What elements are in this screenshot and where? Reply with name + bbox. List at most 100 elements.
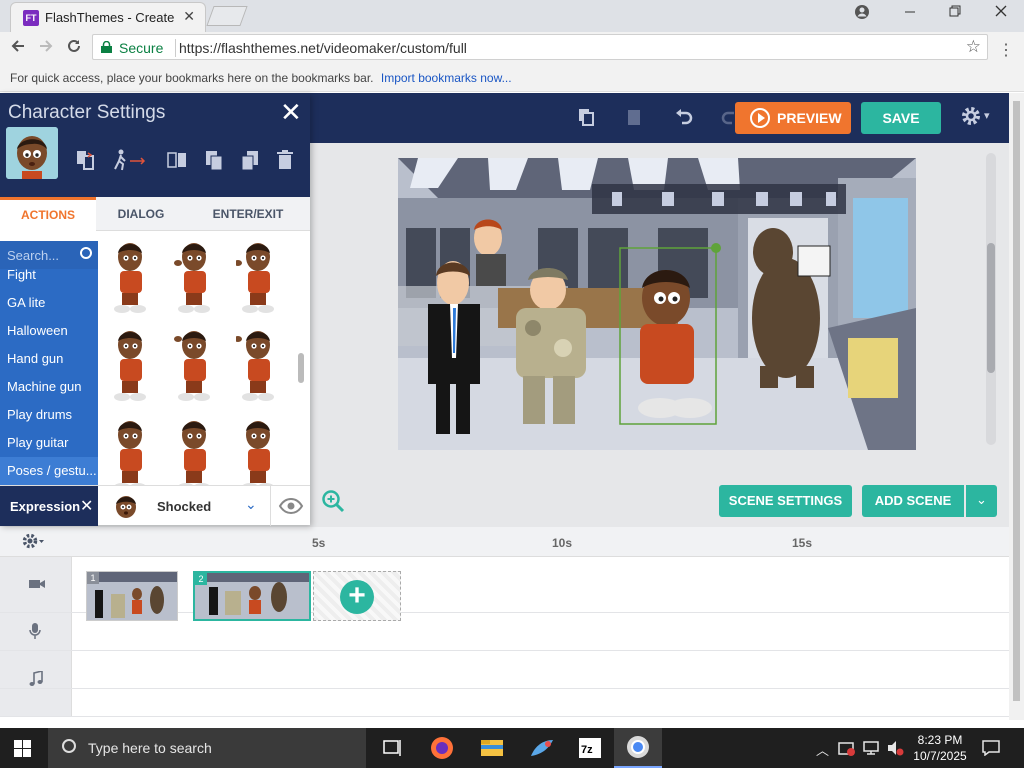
paste-icon[interactable] — [623, 107, 645, 129]
timeline-ruler: 5s 10s 15s — [0, 527, 1009, 557]
back-icon[interactable] — [10, 38, 26, 59]
pose-thumbnail[interactable] — [108, 241, 152, 317]
scene-settings-button[interactable]: SCENE SETTINGS — [719, 485, 852, 517]
page-scrollbar[interactable] — [1009, 93, 1024, 720]
bring-forward-icon[interactable] — [203, 149, 225, 171]
pose-grid — [98, 241, 298, 485]
file-explorer-icon[interactable] — [468, 728, 516, 768]
bookmark-star-icon[interactable]: ☆ — [966, 37, 981, 57]
music-track — [0, 651, 1009, 689]
clock-time: 8:23 PM — [917, 733, 963, 747]
stage-scroll-thumb[interactable] — [987, 243, 995, 373]
import-bookmarks-link[interactable]: Import bookmarks now... — [381, 71, 512, 85]
category-item[interactable]: Play guitar — [0, 429, 98, 457]
delete-icon[interactable] — [274, 149, 296, 171]
browser-tab-bar: FT FlashThemes - Create ✕ — [0, 0, 1024, 32]
browser-tab[interactable]: FT FlashThemes - Create ✕ — [10, 2, 206, 32]
tab-title: FlashThemes - Create — [45, 10, 175, 25]
send-backward-icon[interactable] — [239, 149, 261, 171]
pose-thumbnail[interactable] — [234, 241, 280, 317]
task-view-icon[interactable] — [368, 728, 416, 768]
tray-chevron-icon[interactable]: ︿ — [816, 740, 829, 759]
timeline: 5s 10s 15s 1 2 + — [0, 527, 1009, 720]
scene-number: 1 — [87, 572, 99, 584]
pose-thumbnail[interactable] — [234, 327, 280, 405]
category-item-selected[interactable]: Poses / gestu... — [0, 457, 98, 485]
scene-stage[interactable] — [398, 158, 916, 450]
add-scene-dropdown-icon[interactable]: ⌄ — [966, 485, 997, 517]
forward-icon[interactable] — [38, 38, 54, 59]
volume-muted-icon[interactable] — [886, 740, 904, 759]
timeline-gear-icon[interactable] — [22, 532, 44, 555]
save-button[interactable]: SAVE — [861, 102, 941, 134]
scene-thumbnail[interactable]: 1 — [86, 571, 178, 621]
stage-scrollbar[interactable] — [986, 153, 996, 445]
window-close-icon[interactable] — [989, 4, 1013, 24]
pose-thumbnail[interactable] — [172, 417, 216, 485]
scene-thumbnail-selected[interactable]: 2 — [193, 571, 311, 621]
profile-icon[interactable] — [850, 4, 874, 24]
paint-app-icon[interactable] — [518, 728, 566, 768]
category-item[interactable]: GA lite — [0, 289, 98, 317]
action-category-list: Search... Fight GA lite Halloween Hand g… — [0, 241, 98, 485]
pose-thumbnail[interactable] — [236, 417, 280, 485]
panel-title: Character Settings — [8, 102, 166, 123]
copy-icon[interactable] — [575, 107, 597, 129]
browser-menu-icon[interactable]: ⋮ — [998, 40, 1014, 60]
preview-button[interactable]: PREVIEW — [735, 102, 851, 134]
tray-security-icon[interactable] — [838, 740, 856, 759]
character-avatar[interactable] — [6, 127, 58, 179]
add-scene-slot[interactable]: + — [313, 571, 401, 621]
tab-close-icon[interactable]: ✕ — [183, 8, 195, 25]
restore-icon[interactable] — [943, 4, 967, 24]
character-settings-panel: Character Settings ✕ ACTIONS DIALOG ENTE… — [0, 93, 310, 526]
pose-thumbnail[interactable] — [108, 417, 152, 485]
pose-scrollbar[interactable] — [298, 353, 304, 383]
category-item[interactable]: Halloween — [0, 317, 98, 345]
search-icon — [62, 739, 76, 753]
notifications-icon[interactable] — [982, 740, 1000, 759]
network-icon[interactable] — [862, 740, 880, 759]
zoom-in-icon[interactable] — [321, 489, 345, 513]
url-text: https://flashthemes.net/videomaker/custo… — [179, 40, 467, 56]
chevron-down-icon[interactable]: ⌄ — [245, 496, 257, 513]
minimize-icon[interactable] — [898, 4, 922, 24]
tick-label: 15s — [792, 536, 813, 550]
tab-enter-exit[interactable]: ENTER/EXIT — [186, 197, 310, 231]
system-clock[interactable]: 8:23 PM 10/7/2025 — [910, 732, 970, 764]
category-item[interactable]: Machine gun — [0, 373, 98, 401]
eye-icon[interactable] — [270, 486, 310, 526]
taskbar-search-input[interactable]: Type here to search — [48, 728, 366, 768]
undo-icon[interactable] — [673, 107, 695, 129]
expression-close-icon[interactable]: ✕ — [80, 496, 93, 516]
7zip-icon[interactable]: 7z — [566, 728, 614, 768]
tab-actions[interactable]: ACTIONS — [0, 197, 96, 231]
lock-icon — [101, 40, 112, 53]
character-swap-icon[interactable] — [74, 149, 96, 171]
category-item[interactable]: Hand gun — [0, 345, 98, 373]
windows-start-icon[interactable] — [14, 740, 31, 757]
page-scroll-thumb[interactable] — [1013, 101, 1020, 701]
reload-icon[interactable] — [66, 38, 82, 59]
new-tab-button[interactable] — [206, 6, 248, 26]
music-note-icon — [29, 669, 43, 690]
category-item[interactable]: Fight — [0, 261, 98, 289]
settings-gear-icon[interactable]: ▾ — [960, 105, 990, 133]
taskbar-search-placeholder: Type here to search — [88, 740, 212, 756]
tick-label: 5s — [312, 536, 326, 550]
chrome-icon[interactable] — [614, 728, 662, 768]
url-field[interactable]: Secure https://flashthemes.net/videomake… — [92, 34, 988, 60]
pose-thumbnail[interactable] — [172, 241, 216, 317]
pose-thumbnail[interactable] — [172, 327, 216, 405]
add-scene-plus-icon[interactable]: + — [340, 580, 374, 614]
firefox-icon[interactable] — [418, 728, 466, 768]
expression-select[interactable]: Shocked — [157, 499, 211, 514]
flip-icon[interactable] — [166, 149, 188, 171]
add-scene-button[interactable]: ADD SCENE — [862, 485, 964, 517]
category-item[interactable]: Play drums — [0, 401, 98, 429]
walk-motion-icon[interactable] — [112, 149, 150, 171]
tab-dialog[interactable]: DIALOG — [96, 197, 186, 231]
panel-close-icon[interactable]: ✕ — [280, 97, 302, 128]
preview-label: PREVIEW — [777, 110, 842, 126]
pose-thumbnail[interactable] — [108, 327, 152, 405]
